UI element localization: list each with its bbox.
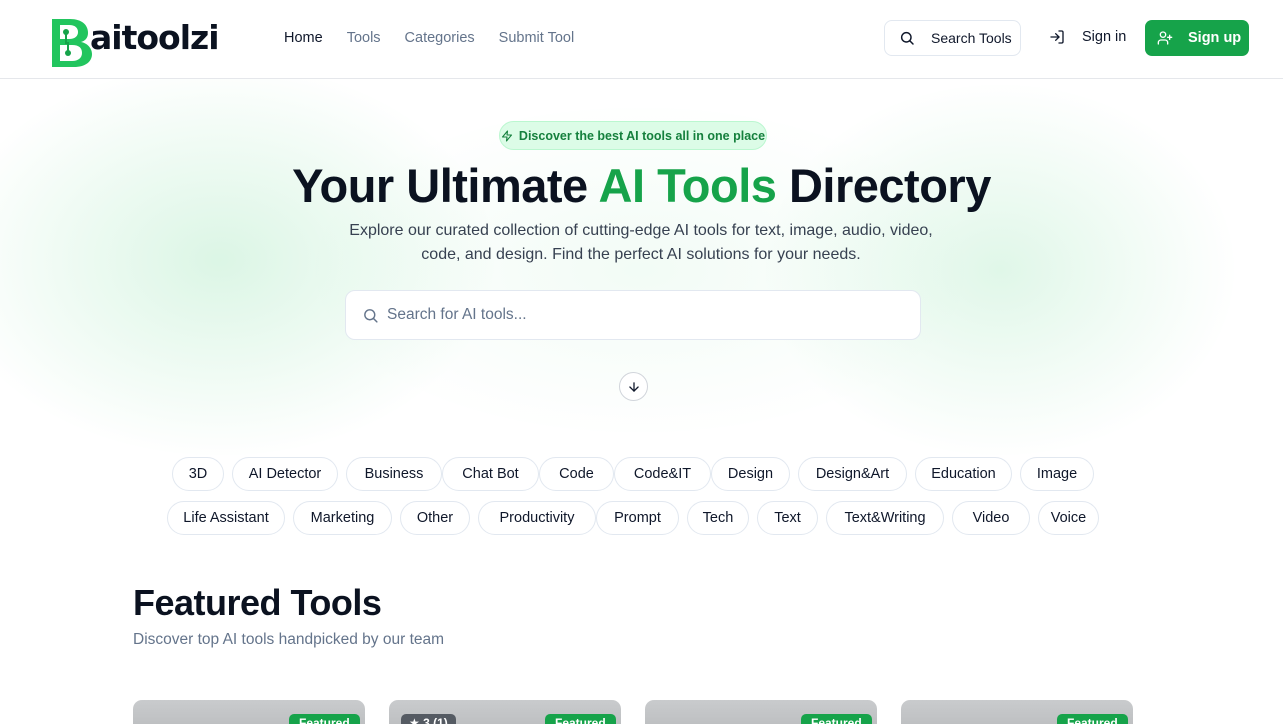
category-chip[interactable]: Tech [687,501,749,535]
category-chip[interactable]: Design&Art [798,457,907,491]
featured-card[interactable]: Featured [133,700,365,724]
site-header: aitoolzi Home Tools Categories Submit To… [0,0,1283,79]
category-chip[interactable]: Image [1020,457,1094,491]
hero-title-pre: Your Ultimate [292,159,599,212]
category-chip[interactable]: Marketing [293,501,392,535]
category-chip[interactable]: 3D [172,457,224,491]
brand-logo[interactable]: aitoolzi [44,13,220,67]
hero-subtitle: Explore our curated collection of cuttin… [349,222,933,263]
scroll-down-button[interactable] [619,372,648,401]
header-search-button[interactable]: Search Tools [884,20,1021,56]
featured-card[interactable]: Featured [645,700,877,724]
featured-card[interactable]: ★ 3 (1) Featured [389,700,621,724]
hero-title: Your Ultimate AI Tools Directory [0,158,1283,213]
featured-badge: Featured [801,714,872,724]
category-chip[interactable]: Other [400,501,470,535]
category-chip[interactable]: Design [711,457,790,491]
main-nav: Home Tools Categories Submit Tool [284,29,598,47]
category-chip[interactable]: Voice [1038,501,1099,535]
category-chip[interactable]: Video [952,501,1030,535]
search-icon [900,31,914,45]
signin-label: Sign in [1082,29,1127,45]
category-chip[interactable]: Text [757,501,818,535]
category-chip[interactable]: Code&IT [614,457,711,491]
category-chip[interactable]: Business [346,457,442,491]
lightning-icon [501,129,512,142]
logo-mark-icon [44,13,96,67]
brand-name: aitoolzi [90,17,220,57]
login-arrow-icon [1050,30,1064,44]
featured-badge: Featured [289,714,360,724]
signin-button[interactable]: Sign in [1049,29,1126,45]
header-search-label: Search Tools [931,30,1012,46]
user-plus-icon [1157,31,1173,45]
hero-glow-right [760,80,1240,460]
hero-title-post: Directory [776,159,991,212]
nav-categories[interactable]: Categories [405,29,475,47]
hero-badge-text: Discover the best AI tools all in one pl… [518,128,766,143]
nav-home[interactable]: Home [284,29,323,47]
category-chip[interactable]: Code [539,457,614,491]
nav-submit-tool[interactable]: Submit Tool [499,29,575,47]
hero-badge: Discover the best AI tools all in one pl… [499,121,767,150]
search-icon [364,308,378,323]
nav-tools[interactable]: Tools [347,29,381,47]
arrow-down-icon [628,381,639,392]
category-chip[interactable]: AI Detector [232,457,338,491]
featured-card[interactable]: Featured [901,700,1133,724]
category-chip[interactable]: Productivity [478,501,596,535]
hero-search-input[interactable] [387,306,887,324]
category-chip[interactable]: Text&Writing [826,501,944,535]
featured-badge: Featured [1057,714,1128,724]
featured-title: Featured Tools [133,582,382,623]
signup-label: Sign up [1188,30,1242,46]
signup-button[interactable]: Sign up [1145,20,1249,56]
rating-badge: ★ 3 (1) [401,714,456,724]
hero-search-box[interactable] [345,290,921,340]
hero-title-accent: AI Tools [598,159,777,212]
category-chip[interactable]: Prompt [596,501,679,535]
featured-badge: Featured [545,714,616,724]
category-chip[interactable]: Chat Bot [442,457,539,491]
category-chip[interactable]: Education [915,457,1012,491]
category-chip[interactable]: Life Assistant [167,501,285,535]
featured-subtitle: Discover top AI tools handpicked by our … [133,631,445,648]
